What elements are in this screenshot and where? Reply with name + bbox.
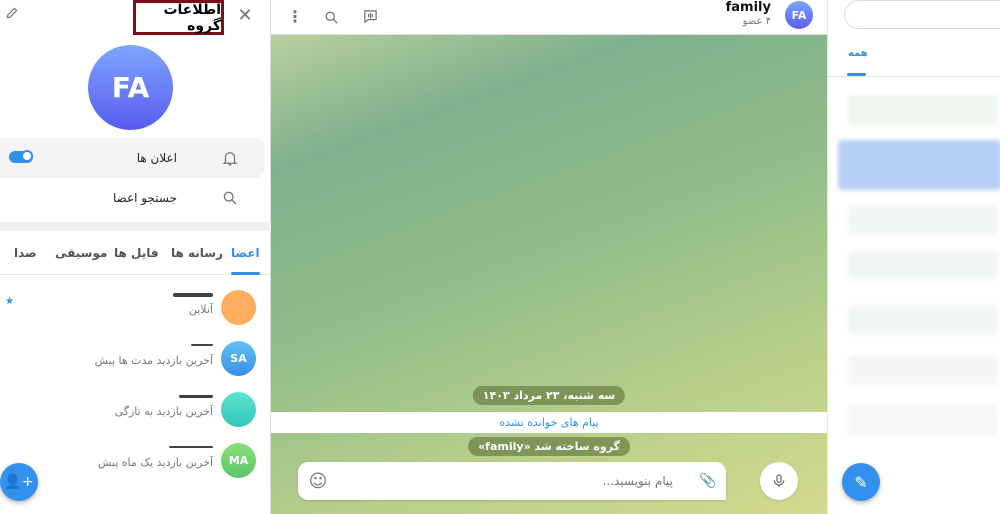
- member-item[interactable]: آخرین بازدید به تازگی: [0, 392, 265, 438]
- service-message: گروه ساخته شد «family»: [468, 437, 630, 456]
- tabs-divider: [828, 76, 1000, 77]
- close-icon[interactable]: ✕: [236, 5, 254, 26]
- tab-files[interactable]: فایل ها: [114, 246, 159, 260]
- tab-voice[interactable]: صدا: [14, 246, 37, 260]
- chat-title: family: [725, 0, 771, 15]
- message-input[interactable]: [338, 471, 673, 491]
- date-separator: سه شنبه، ۲۳ مرداد ۱۴۰۳: [472, 386, 626, 405]
- search-members-row[interactable]: جستجو اعضا: [0, 178, 265, 218]
- tab-music[interactable]: موسیقی: [55, 246, 107, 260]
- chat-list-item-blurred[interactable]: [848, 305, 998, 335]
- notifications-toggle[interactable]: [9, 150, 33, 163]
- new-message-button[interactable]: ✎: [842, 463, 880, 501]
- member-status: آخرین بازدید به تازگی: [114, 405, 213, 418]
- chat-list-item-blurred[interactable]: [848, 95, 998, 125]
- member-avatar: MA: [221, 443, 256, 478]
- member-avatar: [221, 392, 256, 427]
- admin-star-icon: ★: [5, 296, 14, 307]
- member-avatar: SA: [221, 341, 256, 376]
- member-item[interactable]: آنلاین ★: [0, 290, 265, 336]
- add-member-button[interactable]: 👤+: [0, 463, 38, 501]
- microphone-icon: [773, 474, 785, 487]
- member-item[interactable]: SA آخرین بازدید مدت ها پیش: [0, 341, 265, 387]
- bell-icon: [221, 149, 239, 167]
- tab-all[interactable]: همه: [848, 48, 868, 59]
- chat-search-input[interactable]: [844, 0, 1000, 29]
- chat-list-item-blurred[interactable]: [848, 205, 998, 235]
- tab-members[interactable]: اعضا: [231, 246, 260, 275]
- notifications-label: اعلان ها: [136, 151, 177, 165]
- member-item[interactable]: MA آخرین بازدید یک ماه پیش: [0, 443, 265, 489]
- chat-area: ⋮ family ۴ عضو FA سه شنبه، ۲۳ مرداد ۱۴۰۳…: [271, 0, 827, 514]
- more-icon[interactable]: ⋮: [287, 6, 303, 26]
- emoji-icon[interactable]: ☺: [308, 471, 328, 492]
- member-avatar: [221, 290, 256, 325]
- member-name-redacted: [169, 446, 213, 448]
- unread-messages-bar: پیام های خوانده نشده: [271, 412, 827, 433]
- tab-media[interactable]: رسانه ها: [171, 246, 223, 260]
- chat-avatar[interactable]: FA: [785, 1, 813, 29]
- divider: [0, 222, 271, 231]
- member-name-redacted: [191, 344, 213, 346]
- edit-icon[interactable]: [4, 5, 20, 21]
- member-name-redacted: [173, 293, 213, 297]
- message-composer[interactable]: ☺ 📎: [298, 462, 726, 500]
- search-icon[interactable]: [321, 7, 341, 27]
- chat-list-item-blurred[interactable]: [848, 405, 998, 435]
- info-tabs: اعضا رسانه ها فایل ها موسیقی صدا: [0, 238, 271, 275]
- chat-list-panel: همه ✎: [827, 0, 1000, 514]
- notifications-row[interactable]: اعلان ها: [0, 138, 265, 178]
- attach-icon[interactable]: 📎: [698, 471, 718, 491]
- chat-member-count: ۴ عضو: [742, 16, 771, 27]
- pencil-icon: ✎: [854, 472, 868, 492]
- member-status: آخرین بازدید مدت ها پیش: [94, 354, 213, 367]
- member-status: آخرین بازدید یک ماه پیش: [97, 456, 213, 469]
- group-avatar: FA: [88, 45, 173, 130]
- chat-list-item-blurred[interactable]: [848, 250, 998, 280]
- member-status: آنلاین: [188, 303, 213, 316]
- voice-record-button[interactable]: [760, 462, 798, 500]
- chat-header[interactable]: ⋮ family ۴ عضو FA: [271, 0, 827, 35]
- search-members-label: جستجو اعضا: [112, 191, 177, 205]
- chat-list-item-blurred[interactable]: [838, 140, 1000, 190]
- panel-title: اطلاعات گروه: [133, 0, 224, 35]
- member-name-redacted: [179, 395, 213, 398]
- search-icon: [221, 190, 239, 206]
- voice-chat-icon[interactable]: [360, 6, 380, 26]
- chat-list-item-blurred[interactable]: [848, 355, 998, 385]
- group-info-panel: اطلاعات گروه ✕ FA اعلان ها جستجو اعضا اع…: [0, 0, 271, 514]
- add-user-icon: 👤+: [4, 474, 34, 490]
